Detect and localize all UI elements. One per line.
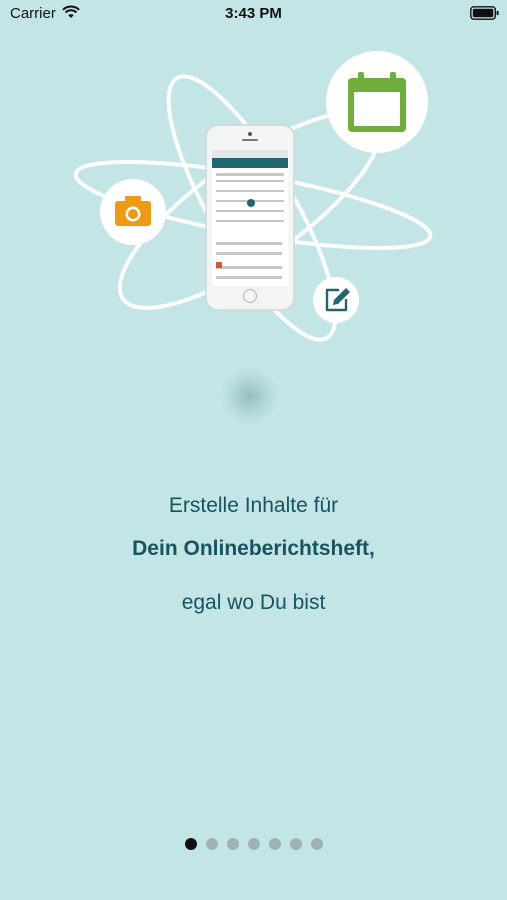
- edit-bubble: [313, 277, 359, 323]
- page-dot-1[interactable]: [184, 838, 197, 850]
- battery-icon: [470, 6, 499, 20]
- intro-line-3: egal wo Du bist: [181, 591, 326, 614]
- page-dot-6[interactable]: [289, 838, 302, 850]
- calendar-bubble: [326, 51, 428, 153]
- shadow-blob: [222, 368, 278, 424]
- calendar-icon: [348, 72, 406, 132]
- camera-bubble: [100, 179, 166, 245]
- page-dot-4[interactable]: [247, 838, 260, 850]
- page-indicator[interactable]: [0, 838, 507, 850]
- status-time: 3:43 PM: [225, 5, 282, 22]
- status-bar: Carrier 3:43 PM: [0, 0, 507, 30]
- intro-line-1: Erstelle Inhalte für: [168, 494, 339, 517]
- page-dot-3[interactable]: [226, 838, 239, 850]
- onboarding-illustration: [73, 51, 433, 342]
- page-dot-2[interactable]: [205, 838, 218, 850]
- page-dot-7[interactable]: [310, 838, 323, 850]
- intro-line-2: Dein Onlineberichtsheft,: [132, 537, 375, 560]
- page-dot-5[interactable]: [268, 838, 281, 850]
- phone-image: [205, 124, 295, 311]
